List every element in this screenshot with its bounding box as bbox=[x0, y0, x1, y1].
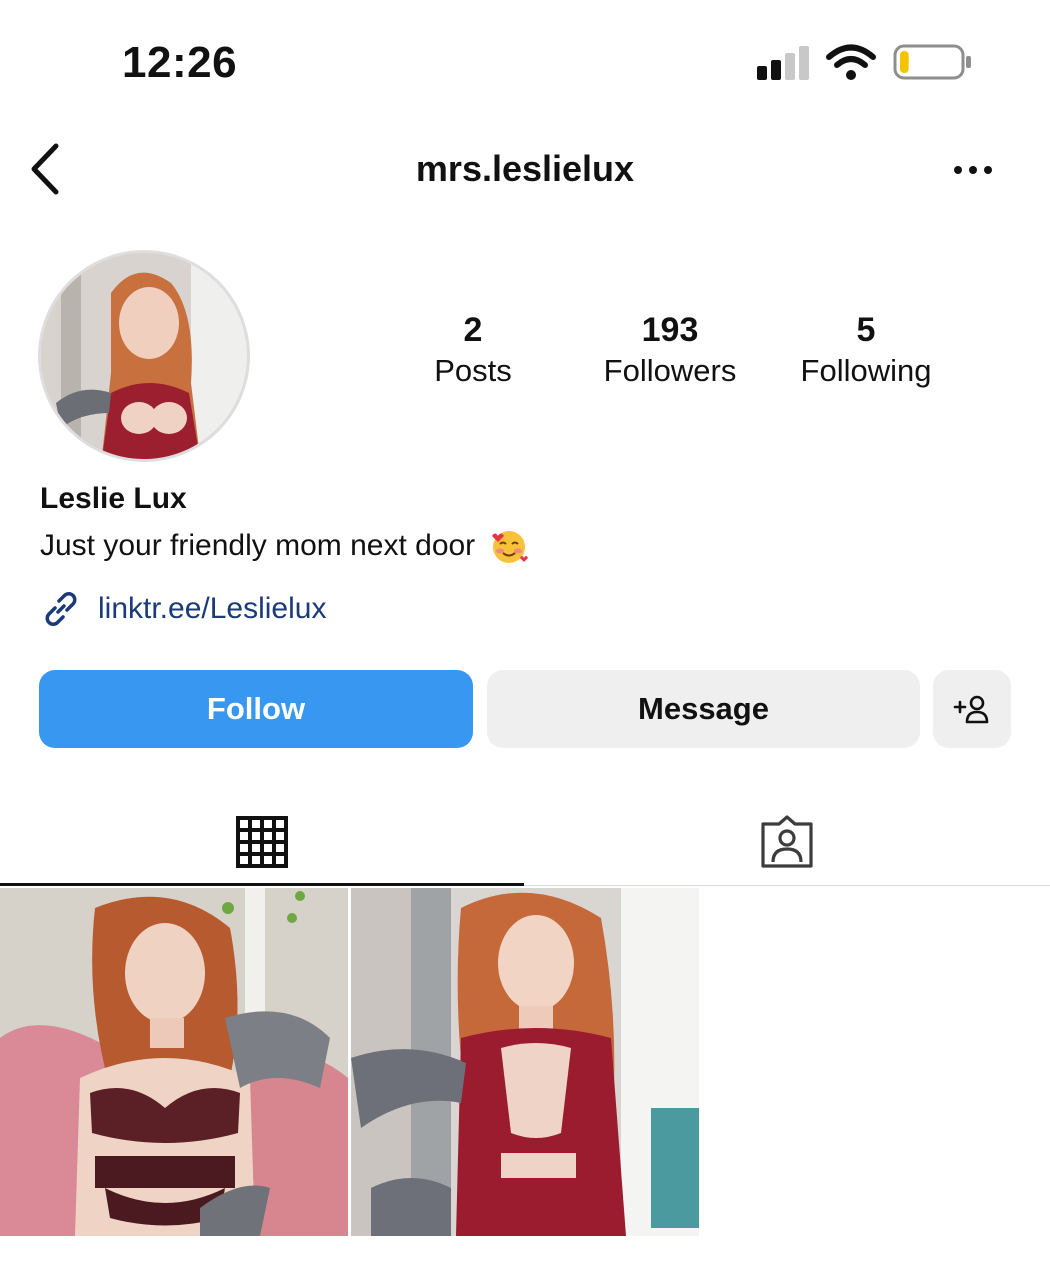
tagged-person-icon bbox=[761, 815, 813, 868]
profile-photo bbox=[41, 253, 247, 459]
posts-count-label: Posts bbox=[434, 353, 512, 388]
bio: Just your friendly mom next door bbox=[40, 526, 529, 566]
profile-screen: 12:26 mrs.leslielux 2 Posts 193 Follower… bbox=[0, 0, 1050, 1273]
profile-avatar[interactable] bbox=[38, 250, 250, 462]
cellular-signal-icon bbox=[757, 46, 811, 80]
active-tab-indicator bbox=[0, 883, 524, 886]
tab-posts-grid[interactable] bbox=[0, 800, 524, 884]
followers-count-label: Followers bbox=[603, 353, 737, 388]
tab-tagged[interactable] bbox=[524, 800, 1050, 884]
post-thumbnail-2[interactable] bbox=[351, 888, 699, 1236]
bio-link[interactable]: linktr.ee/Leslielux bbox=[40, 588, 326, 630]
more-options-button[interactable] bbox=[948, 150, 998, 190]
status-time: 12:26 bbox=[122, 38, 238, 87]
add-person-icon bbox=[953, 695, 989, 724]
message-button[interactable]: Message bbox=[487, 670, 920, 748]
posts-count-value: 2 bbox=[463, 311, 483, 349]
header-username: mrs.leslielux bbox=[415, 148, 635, 189]
following-count[interactable]: 5 Following bbox=[786, 310, 946, 392]
posts-count[interactable]: 2 Posts bbox=[410, 310, 536, 392]
grid-icon bbox=[236, 816, 288, 868]
smiling-face-with-hearts-emoji bbox=[492, 531, 529, 563]
follow-button[interactable]: Follow bbox=[39, 670, 473, 748]
wifi-icon bbox=[826, 44, 876, 80]
photo-1 bbox=[0, 888, 348, 1236]
followers-count-value: 193 bbox=[641, 311, 699, 349]
post-thumbnail-1[interactable] bbox=[0, 888, 348, 1236]
suggested-accounts-button[interactable] bbox=[933, 670, 1011, 748]
photo-2 bbox=[351, 888, 699, 1236]
following-count-value: 5 bbox=[856, 311, 876, 349]
followers-count[interactable]: 193 Followers bbox=[586, 310, 754, 392]
battery-low-icon bbox=[893, 44, 971, 80]
following-count-label: Following bbox=[800, 353, 932, 388]
bio-link-text: linktr.ee/Leslielux bbox=[98, 592, 327, 625]
display-name: Leslie Lux bbox=[40, 482, 187, 515]
link-icon bbox=[45, 592, 77, 626]
bio-text: Just your friendly mom next door bbox=[40, 529, 476, 562]
